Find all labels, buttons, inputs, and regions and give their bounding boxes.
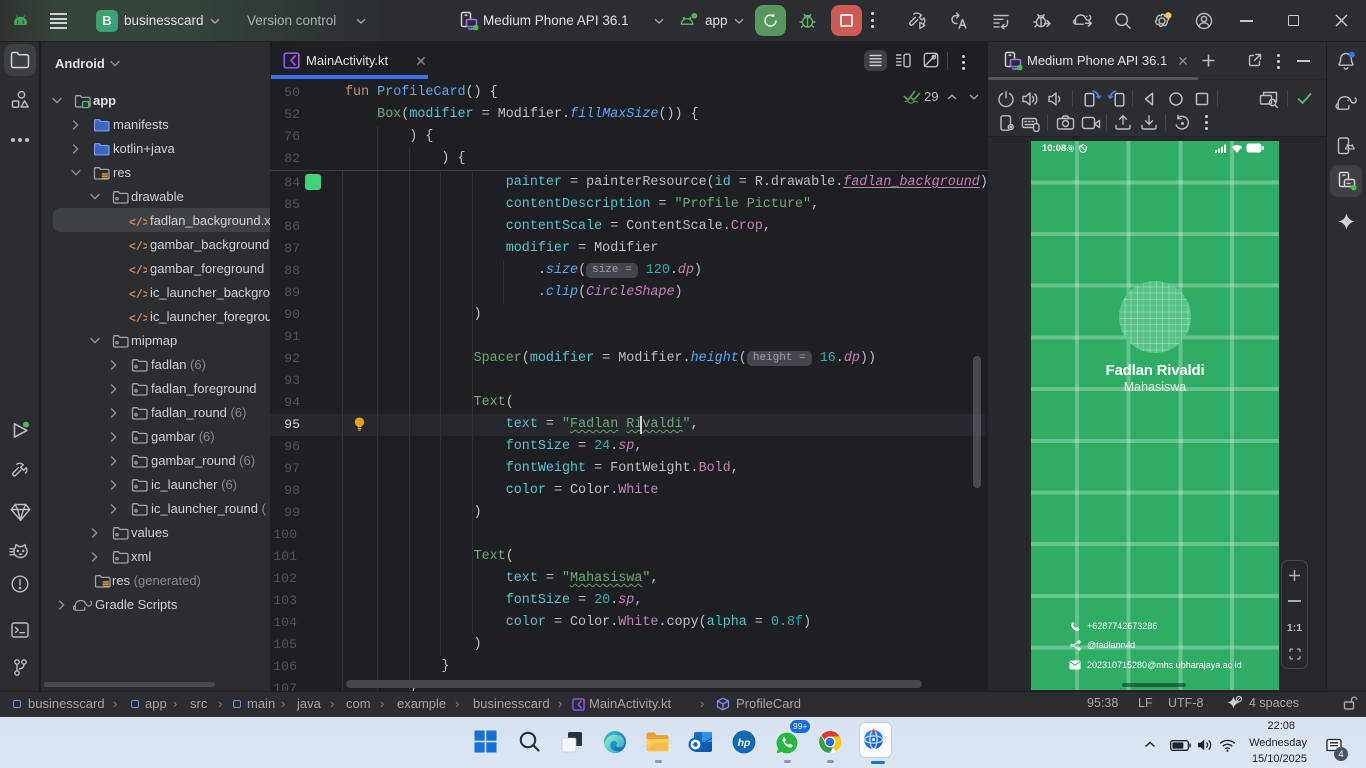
svg-text:hp: hp: [738, 737, 751, 749]
